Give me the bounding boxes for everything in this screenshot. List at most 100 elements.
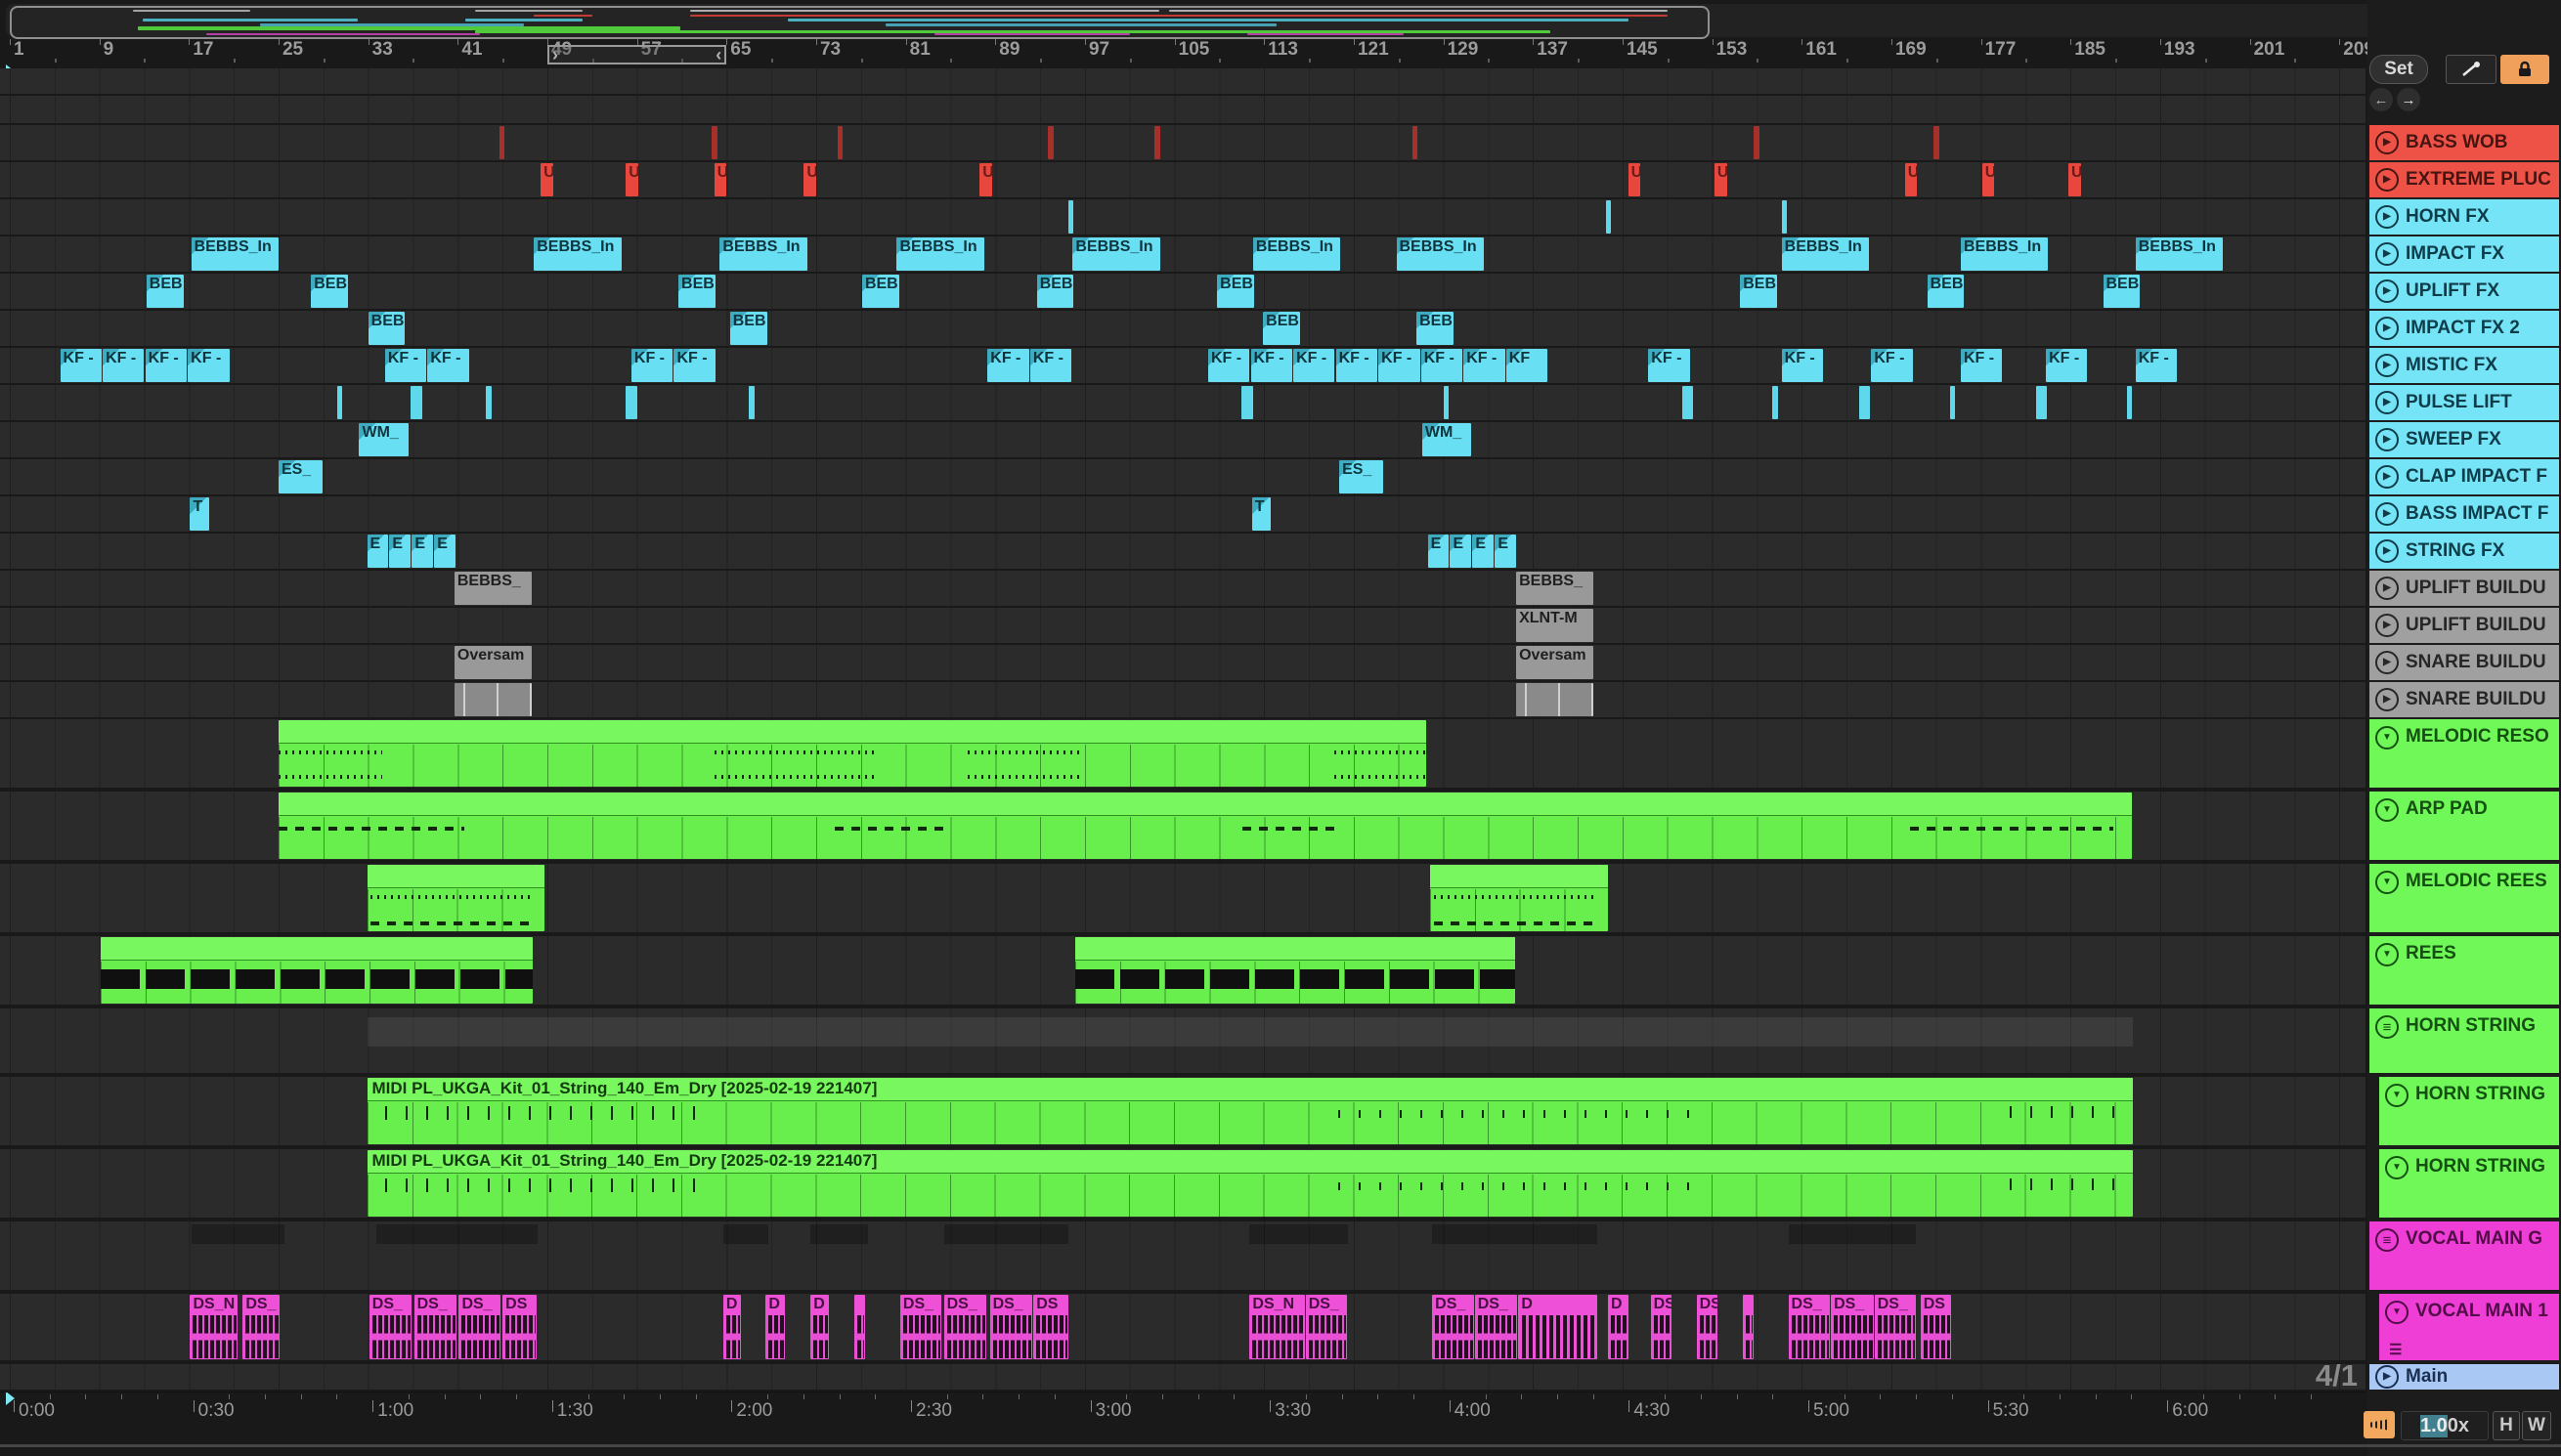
arrangement-area[interactable]: U U U U U U U U U U BEBBS_In BEBBS_In BEBBS_In BEBBS_…	[0, 68, 2366, 1393]
clip[interactable]: KF -	[1208, 349, 1250, 382]
clip[interactable]: KF -	[1029, 349, 1072, 382]
clip[interactable]	[626, 386, 637, 419]
clip[interactable]	[2126, 386, 2133, 419]
clip[interactable]: BEBBS_In	[1781, 237, 1869, 271]
clip[interactable]: KF -	[2046, 349, 2088, 382]
clip[interactable]	[499, 126, 505, 159]
play-icon[interactable]: ▶	[2375, 614, 2399, 637]
clip[interactable]	[1772, 386, 1779, 419]
track-header-string-fx[interactable]: ▶ STRING FX	[2369, 534, 2559, 569]
clip[interactable]: BEBBS_In	[534, 237, 622, 271]
track-lane-string-fx[interactable]	[0, 534, 2366, 569]
midi-clip[interactable]	[1074, 937, 1515, 1004]
play-icon[interactable]: ▶	[2375, 651, 2399, 674]
track-lane-uplift-fx[interactable]	[0, 274, 2366, 309]
clip[interactable]: KF -	[987, 349, 1029, 382]
clip[interactable]: KF	[1505, 349, 1548, 382]
audio-clip[interactable]: DS_	[989, 1295, 1033, 1359]
draw-mode-button[interactable]	[2446, 55, 2496, 84]
audio-clip[interactable]: DS_	[1831, 1295, 1874, 1359]
group-icon[interactable]: ≡	[2375, 1015, 2399, 1039]
clip[interactable]: BEBBS_	[1516, 572, 1594, 605]
track-header-main[interactable]: ▶ Main	[2369, 1364, 2559, 1390]
clip[interactable]: WM_	[1421, 423, 1472, 456]
track-header-horn-fx[interactable]: ▶ HORN FX	[2369, 199, 2559, 235]
fold-arrow-icon[interactable]: ▼	[2375, 943, 2399, 966]
audio-clip[interactable]: DS_	[1474, 1295, 1518, 1359]
play-icon[interactable]: ▶	[2375, 428, 2399, 451]
track-header-rees[interactable]: ▼ REES	[2369, 936, 2559, 1005]
play-icon[interactable]: ▶	[2375, 317, 2399, 340]
fold-arrow-icon[interactable]: ▼	[2385, 1301, 2409, 1324]
fold-arrow-icon[interactable]: ▼	[2375, 726, 2399, 749]
track-header-vocal-main-1[interactable]: ▼ VOCAL MAIN 1 ☰	[2379, 1294, 2559, 1360]
clip[interactable]: T	[190, 497, 209, 531]
track-lane-snare-buildu[interactable]	[0, 682, 2366, 717]
play-icon[interactable]: ▶	[2375, 354, 2399, 377]
clip[interactable]	[1067, 200, 1074, 234]
clip[interactable]: BEBBS_In	[896, 237, 984, 271]
track-header-impact-fx-2[interactable]: ▶ IMPACT FX 2	[2369, 311, 2559, 346]
clip[interactable]	[1411, 126, 1418, 159]
fold-arrow-icon[interactable]: ▼	[2385, 1084, 2409, 1107]
track-lane-main[interactable]	[0, 1364, 2366, 1390]
clip[interactable]: KF -	[1960, 349, 2003, 382]
clip[interactable]	[837, 126, 844, 159]
track-lane-bass-wob[interactable]	[0, 125, 2366, 160]
clip[interactable]: BEBBS_	[454, 572, 532, 605]
clip[interactable]	[411, 386, 422, 419]
clip[interactable]	[1443, 386, 1450, 419]
playback-speed-field[interactable]: 1.0 0x	[2401, 1411, 2489, 1440]
clip[interactable]: KF -	[1781, 349, 1824, 382]
audio-clip[interactable]: DS_	[369, 1295, 412, 1359]
audio-clip[interactable]: DS	[502, 1295, 537, 1359]
clip[interactable]: U	[1904, 163, 1918, 196]
play-icon[interactable]: ▶	[2375, 131, 2399, 154]
play-icon[interactable]: ▶	[2375, 1365, 2399, 1389]
audio-clip[interactable]: DS_N	[190, 1295, 238, 1359]
track-header-melodic-reso[interactable]: ▼ MELODIC RESO	[2369, 719, 2559, 788]
track-lane-clap-impact-f[interactable]	[0, 459, 2366, 494]
midi-clip[interactable]: MIDI PL_UKGA_Kit_01_String_140_Em_Dry [2…	[367, 1078, 2134, 1144]
clip[interactable]: U	[1714, 163, 1727, 196]
audio-clip[interactable]: DS	[1650, 1295, 1672, 1359]
track-lane-uplift-buildu[interactable]	[0, 571, 2366, 606]
clip[interactable]: KF -	[384, 349, 427, 382]
play-icon[interactable]: ▶	[2375, 688, 2399, 711]
clip[interactable]: BEBBS_In	[719, 237, 807, 271]
group-icon[interactable]: ≡	[2375, 1228, 2399, 1252]
clip[interactable]: KF -	[1420, 349, 1463, 382]
clip[interactable]: T	[1251, 497, 1272, 531]
track-lane-mistic-fx[interactable]	[0, 348, 2366, 383]
audio-clip[interactable]: DS_	[1432, 1295, 1474, 1359]
midi-clip[interactable]	[100, 937, 534, 1004]
midi-clip[interactable]	[278, 792, 2133, 859]
clip[interactable]: U	[541, 163, 553, 196]
clip[interactable]: WM_	[359, 423, 409, 456]
clip[interactable]: KF -	[630, 349, 673, 382]
clip[interactable]: BEBBS_In	[1960, 237, 2049, 271]
audio-clip[interactable]: D	[1518, 1295, 1597, 1359]
clip[interactable]: E	[434, 535, 456, 568]
clip[interactable]: BEB	[678, 275, 716, 308]
clip[interactable]	[485, 386, 492, 419]
clip[interactable]: BEB	[1217, 275, 1254, 308]
track-lane-melodic-rees[interactable]	[0, 864, 2366, 932]
clip[interactable]: KF -	[103, 349, 145, 382]
track-header-arp-pad[interactable]: ▼ ARP PAD	[2369, 792, 2559, 860]
empty-lane[interactable]	[0, 96, 2366, 123]
clip[interactable]: BEBBS_In	[1072, 237, 1160, 271]
clip[interactable]: E	[389, 535, 412, 568]
clip[interactable]: KF -	[188, 349, 230, 382]
track-header-mistic-fx[interactable]: ▶ MISTIC FX	[2369, 348, 2559, 383]
track-lane-vocal-main-1[interactable]	[0, 1294, 2366, 1360]
play-icon[interactable]: ▶	[2375, 539, 2399, 563]
clip[interactable]: ES_	[1339, 460, 1383, 493]
audio-clip[interactable]: DS_	[413, 1295, 457, 1359]
clip[interactable]: KF -	[427, 349, 469, 382]
play-icon[interactable]: ▶	[2375, 465, 2399, 489]
clip[interactable]	[1933, 126, 1940, 159]
audio-clip[interactable]: DS_	[899, 1295, 942, 1359]
clip[interactable]: BEB	[311, 275, 349, 308]
clip[interactable]: U	[1981, 163, 1995, 196]
